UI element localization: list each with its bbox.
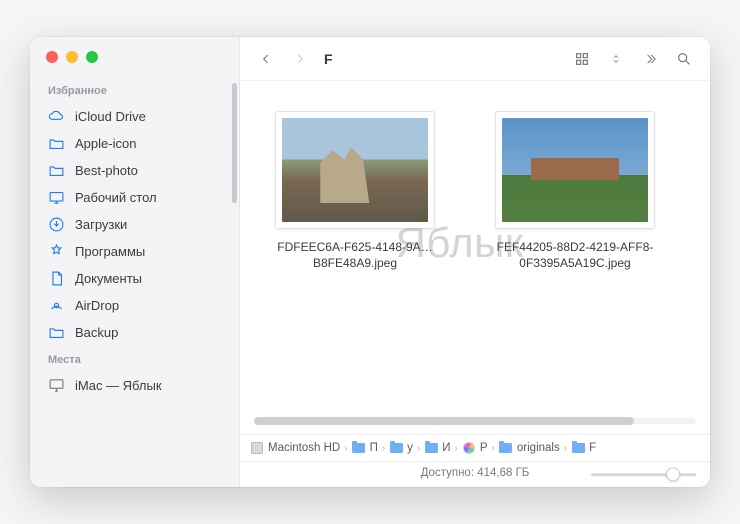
chevron-right-icon: › <box>417 443 420 454</box>
sidebar-item-icloud-drive[interactable]: iCloud Drive <box>30 103 239 130</box>
sidebar-item-imac[interactable]: iMac — Яблык <box>30 372 239 399</box>
main-pane: F FDFEEC6A-F625-4148-9A…B8FE48A9.jpeg FE… <box>240 37 710 487</box>
search-button[interactable] <box>670 46 698 72</box>
sidebar-item-label: Best-photo <box>75 163 138 178</box>
path-label: F <box>589 442 596 454</box>
sidebar-item-documents[interactable]: Документы <box>30 265 239 292</box>
path-segment[interactable]: originals <box>499 441 560 455</box>
doc-icon <box>48 270 65 287</box>
sidebar-item-label: Рабочий стол <box>75 190 157 205</box>
imac-icon <box>48 377 65 394</box>
window-controls <box>30 37 239 73</box>
folder-icon <box>48 135 65 152</box>
desktop-icon <box>48 189 65 206</box>
path-segment[interactable]: Macintosh HD <box>250 441 340 455</box>
folder-icon <box>48 162 65 179</box>
sidebar-item-backup[interactable]: Backup <box>30 319 239 346</box>
status-text: Доступно: 414,68 ГБ <box>421 467 530 479</box>
download-icon <box>48 216 65 233</box>
path-label: И <box>442 442 450 454</box>
sidebar-scrollbar[interactable] <box>232 83 237 203</box>
path-label: P <box>480 442 488 454</box>
chevron-right-icon: › <box>492 443 495 454</box>
sidebar-item-label: iCloud Drive <box>75 109 146 124</box>
sidebar-list: Избранное iCloud Drive Apple-icon Best-p… <box>30 73 239 487</box>
file-thumbnail <box>495 111 655 229</box>
sidebar-item-label: Backup <box>75 325 118 340</box>
path-label: y <box>407 442 413 454</box>
photos-library-icon <box>462 441 476 455</box>
file-thumbnail <box>275 111 435 229</box>
chevron-right-icon: › <box>344 443 347 454</box>
path-label: originals <box>517 442 560 454</box>
path-label: Macintosh HD <box>268 442 340 454</box>
sidebar-item-label: Программы <box>75 244 145 259</box>
folder-icon <box>389 441 403 455</box>
close-button[interactable] <box>46 51 58 63</box>
sidebar-item-label: Документы <box>75 271 142 286</box>
sidebar-item-label: iMac — Яблык <box>75 378 162 393</box>
forward-button[interactable] <box>286 46 314 72</box>
sidebar-item-label: Apple-icon <box>75 136 136 151</box>
sidebar-item-label: Загрузки <box>75 217 127 232</box>
sidebar-item-downloads[interactable]: Загрузки <box>30 211 239 238</box>
finder-window: Избранное iCloud Drive Apple-icon Best-p… <box>30 37 710 487</box>
zoom-button[interactable] <box>86 51 98 63</box>
chevron-right-icon: › <box>455 443 458 454</box>
horizontal-scrollbar[interactable] <box>254 414 696 428</box>
folder-icon <box>571 441 585 455</box>
path-label: П <box>370 442 378 454</box>
path-segment[interactable]: П <box>352 441 378 455</box>
sidebar-item-airdrop[interactable]: AirDrop <box>30 292 239 319</box>
airdrop-icon <box>48 297 65 314</box>
sidebar-item-desktop[interactable]: Рабочий стол <box>30 184 239 211</box>
chevron-right-icon: › <box>564 443 567 454</box>
chevron-right-icon: › <box>382 443 385 454</box>
toolbar: F <box>240 37 710 81</box>
view-options-button[interactable] <box>602 46 630 72</box>
sidebar-section-favorites: Избранное <box>30 77 239 103</box>
minimize-button[interactable] <box>66 51 78 63</box>
path-bar: Macintosh HD › П › y › И › P › originals… <box>240 434 710 461</box>
back-button[interactable] <box>252 46 280 72</box>
cloud-icon <box>48 108 65 125</box>
sidebar: Избранное iCloud Drive Apple-icon Best-p… <box>30 37 240 487</box>
icon-size-slider[interactable] <box>591 467 696 481</box>
more-toolbar-button[interactable] <box>636 46 664 72</box>
file-name: FEF44205-88D2-4219-AFF8-0F3395A5A19C.jpe… <box>480 239 670 271</box>
file-name: FDFEEC6A-F625-4148-9A…B8FE48A9.jpeg <box>260 239 450 271</box>
path-segment[interactable]: И <box>424 441 450 455</box>
folder-icon <box>352 441 366 455</box>
file-item[interactable]: FDFEEC6A-F625-4148-9A…B8FE48A9.jpeg <box>260 111 450 271</box>
folder-icon <box>424 441 438 455</box>
sidebar-section-locations: Места <box>30 346 239 372</box>
view-icon-grid-button[interactable] <box>568 46 596 72</box>
sidebar-item-best-photo[interactable]: Best-photo <box>30 157 239 184</box>
sidebar-item-applications[interactable]: Программы <box>30 238 239 265</box>
folder-icon <box>48 324 65 341</box>
file-item[interactable]: FEF44205-88D2-4219-AFF8-0F3395A5A19C.jpe… <box>480 111 670 271</box>
apps-icon <box>48 243 65 260</box>
disk-icon <box>250 441 264 455</box>
window-title: F <box>324 51 333 67</box>
file-grid[interactable]: FDFEEC6A-F625-4148-9A…B8FE48A9.jpeg FEF4… <box>240 81 710 414</box>
path-segment[interactable]: P <box>462 441 488 455</box>
status-bar: Доступно: 414,68 ГБ <box>240 461 710 487</box>
sidebar-item-apple-icon[interactable]: Apple-icon <box>30 130 239 157</box>
path-segment[interactable]: F <box>571 441 596 455</box>
sidebar-item-label: AirDrop <box>75 298 119 313</box>
path-segment[interactable]: y <box>389 441 413 455</box>
folder-icon <box>499 441 513 455</box>
